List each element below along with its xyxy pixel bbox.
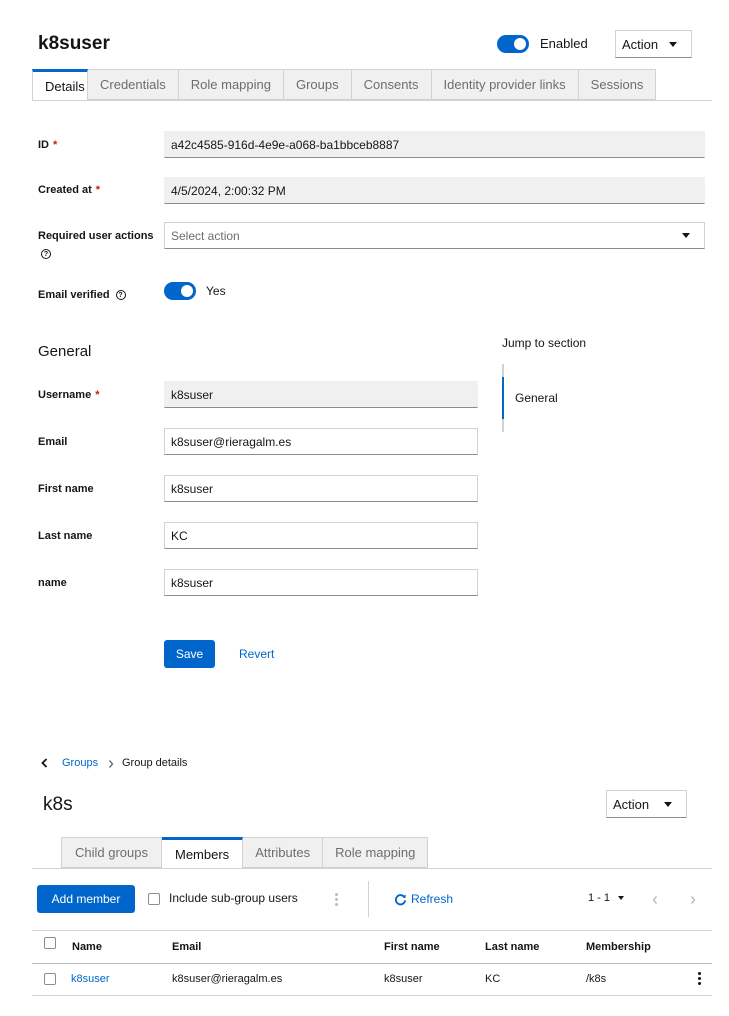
breadcrumb-groups-link[interactable]: Groups bbox=[62, 757, 98, 769]
enabled-toggle[interactable] bbox=[497, 35, 529, 53]
email-verified-label-wrap: Email verified ? bbox=[38, 289, 126, 301]
row-checkbox[interactable] bbox=[44, 973, 56, 985]
refresh-label: Refresh bbox=[411, 892, 454, 906]
general-section-title: General bbox=[38, 343, 92, 360]
select-all-checkbox[interactable] bbox=[44, 937, 56, 949]
column-header-membership[interactable]: Membership bbox=[586, 941, 651, 953]
group-action-dropdown[interactable]: Action bbox=[606, 790, 687, 818]
tab-details[interactable]: Details bbox=[32, 69, 88, 100]
caret-down-icon bbox=[664, 801, 672, 807]
group-tabs-divider bbox=[32, 868, 712, 869]
tab-child-groups[interactable]: Child groups bbox=[61, 837, 162, 868]
user-tabs: Details Credentials Role mapping Groups … bbox=[32, 69, 657, 100]
include-subgroup-checkbox[interactable] bbox=[148, 893, 160, 905]
first-name-label: First name bbox=[38, 483, 94, 495]
add-member-button[interactable]: Add member bbox=[37, 885, 135, 913]
required-actions-label: Required user actions bbox=[38, 230, 154, 242]
jump-to-section-title: Jump to section bbox=[502, 336, 587, 350]
group-tabs: Child groups Members Attributes Role map… bbox=[61, 837, 429, 868]
include-subgroup-label: Include sub-group users bbox=[169, 891, 298, 905]
pagination-toggle[interactable]: 1 - 1 bbox=[588, 892, 625, 904]
table-top-border bbox=[32, 930, 712, 931]
name-field[interactable]: k8suser bbox=[164, 569, 478, 596]
member-membership: /k8s bbox=[586, 973, 607, 985]
group-action-label: Action bbox=[613, 796, 650, 812]
tab-credentials[interactable]: Credentials bbox=[88, 69, 179, 100]
tab-role-mapping[interactable]: Role mapping bbox=[178, 69, 284, 100]
id-label: ID * bbox=[38, 139, 58, 151]
refresh-icon bbox=[394, 893, 407, 905]
chevron-left-icon[interactable] bbox=[652, 893, 658, 908]
page-title: k8suser bbox=[38, 33, 110, 54]
member-last-name: KC bbox=[485, 973, 501, 985]
user-action-label: Action bbox=[622, 36, 659, 52]
email-label: Email bbox=[38, 436, 68, 448]
tab-consents[interactable]: Consents bbox=[351, 69, 432, 100]
column-header-first-name[interactable]: First name bbox=[384, 941, 440, 953]
chevron-right-icon bbox=[108, 757, 114, 772]
caret-down-icon bbox=[682, 233, 690, 238]
last-name-label: Last name bbox=[38, 530, 93, 542]
kebab-icon[interactable] bbox=[333, 893, 339, 906]
chevron-left-icon[interactable] bbox=[41, 756, 48, 771]
jump-item-general[interactable]: General bbox=[515, 391, 558, 405]
username-label: Username * bbox=[38, 389, 100, 401]
caret-down-icon bbox=[669, 41, 677, 47]
enabled-label: Enabled bbox=[540, 36, 588, 51]
table-header-border bbox=[32, 963, 712, 964]
email-verified-value: Yes bbox=[206, 284, 226, 298]
group-title: k8s bbox=[43, 794, 73, 815]
created-at-label: Created at * bbox=[38, 184, 101, 196]
jump-nav-active-indicator bbox=[502, 377, 504, 419]
breadcrumb-current: Group details bbox=[122, 757, 188, 769]
email-verified-toggle[interactable] bbox=[164, 282, 196, 300]
column-header-email[interactable]: Email bbox=[172, 941, 201, 953]
tabs-divider bbox=[32, 100, 712, 101]
help-icon[interactable]: ? bbox=[115, 290, 126, 300]
name-label: name bbox=[38, 577, 67, 589]
pagination-label: 1 - 1 bbox=[588, 892, 611, 904]
member-email: k8suser@rieragalm.es bbox=[172, 973, 283, 985]
tab-attributes[interactable]: Attributes bbox=[243, 837, 324, 868]
tab-sessions[interactable]: Sessions bbox=[578, 69, 657, 100]
last-name-field[interactable]: KC bbox=[164, 522, 478, 549]
member-name-link[interactable]: k8suser bbox=[71, 973, 110, 985]
required-actions-placeholder: Select action bbox=[171, 228, 240, 243]
kebab-icon[interactable] bbox=[696, 972, 702, 985]
created-at-field: 4/5/2024, 2:00:32 PM bbox=[164, 177, 705, 204]
tab-group-role-mapping[interactable]: Role mapping bbox=[323, 837, 429, 868]
username-field: k8suser bbox=[164, 381, 478, 408]
chevron-right-icon[interactable] bbox=[690, 893, 696, 908]
column-header-name[interactable]: Name bbox=[72, 941, 102, 953]
user-action-dropdown[interactable]: Action bbox=[615, 30, 692, 58]
revert-button[interactable]: Revert bbox=[239, 647, 274, 661]
caret-down-icon bbox=[618, 896, 625, 900]
column-header-last-name[interactable]: Last name bbox=[485, 941, 539, 953]
email-field[interactable]: k8suser@rieragalm.es bbox=[164, 428, 478, 455]
tab-identity-provider-links[interactable]: Identity provider links bbox=[431, 69, 579, 100]
tab-members[interactable]: Members bbox=[162, 837, 244, 868]
id-field: a42c4585-916d-4e9e-a068-ba1bbceb8887 bbox=[164, 131, 705, 158]
required-actions-select[interactable]: Select action bbox=[164, 222, 705, 249]
email-verified-label: Email verified bbox=[38, 289, 110, 301]
member-first-name: k8suser bbox=[384, 973, 423, 985]
toolbar-divider bbox=[368, 881, 369, 917]
first-name-field[interactable]: k8suser bbox=[164, 475, 478, 502]
refresh-button[interactable]: Refresh bbox=[394, 892, 453, 906]
save-button[interactable]: Save bbox=[164, 640, 215, 668]
table-row-border bbox=[32, 995, 712, 996]
help-icon[interactable]: ? bbox=[41, 249, 51, 259]
tab-groups[interactable]: Groups bbox=[283, 69, 352, 100]
